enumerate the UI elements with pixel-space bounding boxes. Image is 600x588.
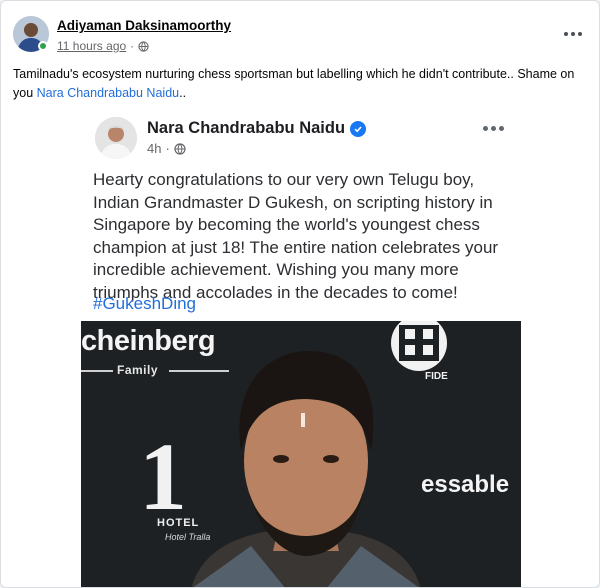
shared-author-photo <box>95 117 137 159</box>
facebook-post: Adiyaman Daksinamoorthy 11 hours ago · T… <box>0 0 600 588</box>
more-horizontal-icon <box>482 125 504 131</box>
shared-more-options <box>481 119 505 137</box>
globe-icon[interactable] <box>138 40 149 52</box>
sponsor-logo-essable: essable <box>421 471 510 498</box>
author-name[interactable]: Adiyaman Daksinamoorthy <box>57 18 231 33</box>
post-timestamp[interactable]: 11 hours ago <box>57 39 126 53</box>
post-meta: 11 hours ago · <box>57 39 149 53</box>
post-text: Tamilnadu's ecosystem nurturing chess sp… <box>13 65 588 103</box>
shared-meta-separator: · <box>165 141 170 156</box>
sponsor-logo-one: 1 <box>139 423 187 530</box>
shared-author-name: Nara Chandrababu Naidu <box>147 119 367 138</box>
shared-post-text: Hearty congratulations to our very own T… <box>93 170 499 302</box>
gukesh-photo: cheinberg Family FIDE 1 HOTEL Hotel Tral… <box>81 321 521 587</box>
shared-author-name-text: Nara Chandrababu Naidu <box>147 119 346 137</box>
sponsor-divider-line <box>81 370 113 372</box>
shared-post-meta: 4h · <box>147 141 186 156</box>
mention-link[interactable]: Nara Chandrababu Naidu <box>37 86 179 100</box>
fide-label: FIDE <box>425 371 448 382</box>
online-status-dot <box>38 41 48 51</box>
more-horizontal-icon <box>564 32 582 36</box>
person-portrait <box>191 351 421 587</box>
verified-badge-icon <box>350 120 367 137</box>
hashtag-link: #GukeshDing <box>93 294 197 313</box>
globe-icon <box>174 142 186 155</box>
more-options-button[interactable] <box>561 24 585 44</box>
post-text-tail: .. <box>179 86 187 100</box>
sponsor-logo-family: Family <box>117 363 159 377</box>
meta-separator: · <box>130 39 135 53</box>
shared-post-timestamp: 4h <box>147 141 162 156</box>
shared-author-avatar <box>95 117 137 159</box>
shared-post-screenshot[interactable]: Nara Chandrababu Naidu 4h · Hearty congr… <box>81 107 521 587</box>
